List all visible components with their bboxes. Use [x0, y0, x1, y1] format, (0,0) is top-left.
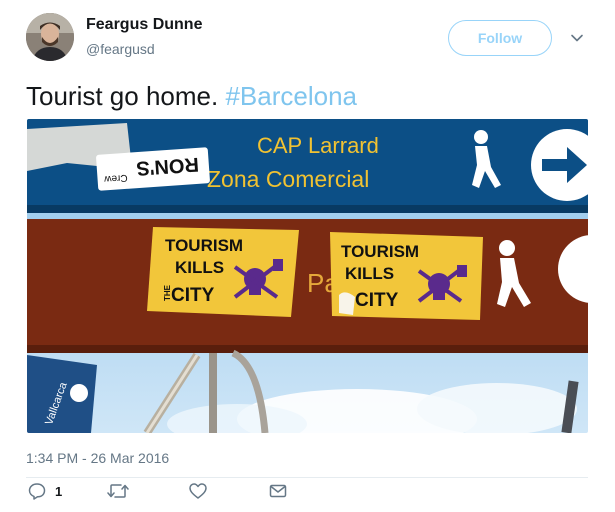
svg-text:TOURISM: TOURISM: [341, 242, 419, 261]
reply-count: 1: [55, 483, 63, 499]
svg-text:Crew: Crew: [103, 172, 128, 185]
tweet-timestamp[interactable]: 1:34 PM - 26 Mar 2016: [26, 450, 169, 466]
chevron-down-icon[interactable]: [569, 30, 585, 46]
svg-text:KILLS: KILLS: [175, 258, 224, 277]
like-button[interactable]: [188, 481, 208, 501]
envelope-icon: [268, 481, 288, 501]
svg-text:KILLS: KILLS: [345, 264, 394, 283]
follow-button[interactable]: Follow: [448, 20, 552, 56]
sign-text-zona-comercial: Zona Comercial: [207, 166, 369, 192]
retweet-icon: [107, 481, 129, 501]
heart-icon: [188, 481, 208, 501]
tweet-photo[interactable]: CAP Larrard Zona Comercial RON'S Crew Pa…: [27, 119, 588, 433]
svg-text:CITY: CITY: [171, 285, 215, 306]
divider: [26, 477, 588, 478]
avatar[interactable]: [26, 13, 74, 61]
svg-text:CITY: CITY: [355, 290, 399, 311]
tweet-card: Feargus Dunne @feargusd Follow Tourist g…: [0, 0, 615, 512]
reply-button[interactable]: 1: [27, 481, 62, 501]
tourism-kills-sticker-1: TOURISM KILLS THE CITY: [147, 227, 299, 317]
hashtag-link[interactable]: #Barcelona: [225, 81, 357, 111]
svg-text:RON'S: RON'S: [136, 153, 200, 179]
direct-message-button[interactable]: [268, 481, 288, 501]
svg-text:TOURISM: TOURISM: [165, 236, 243, 255]
tweet-body: Tourist go home.: [26, 81, 219, 111]
sign-text-cap-larrard: CAP Larrard: [257, 133, 379, 158]
reply-icon: [27, 481, 47, 501]
tweet-text: Tourist go home. #Barcelona: [26, 81, 357, 111]
retweet-button[interactable]: [107, 481, 129, 501]
author-name[interactable]: Feargus Dunne: [86, 16, 202, 34]
tourism-kills-sticker-2: TOURISM KILLS CITY: [330, 232, 483, 320]
author-handle[interactable]: @feargusd: [86, 41, 155, 57]
